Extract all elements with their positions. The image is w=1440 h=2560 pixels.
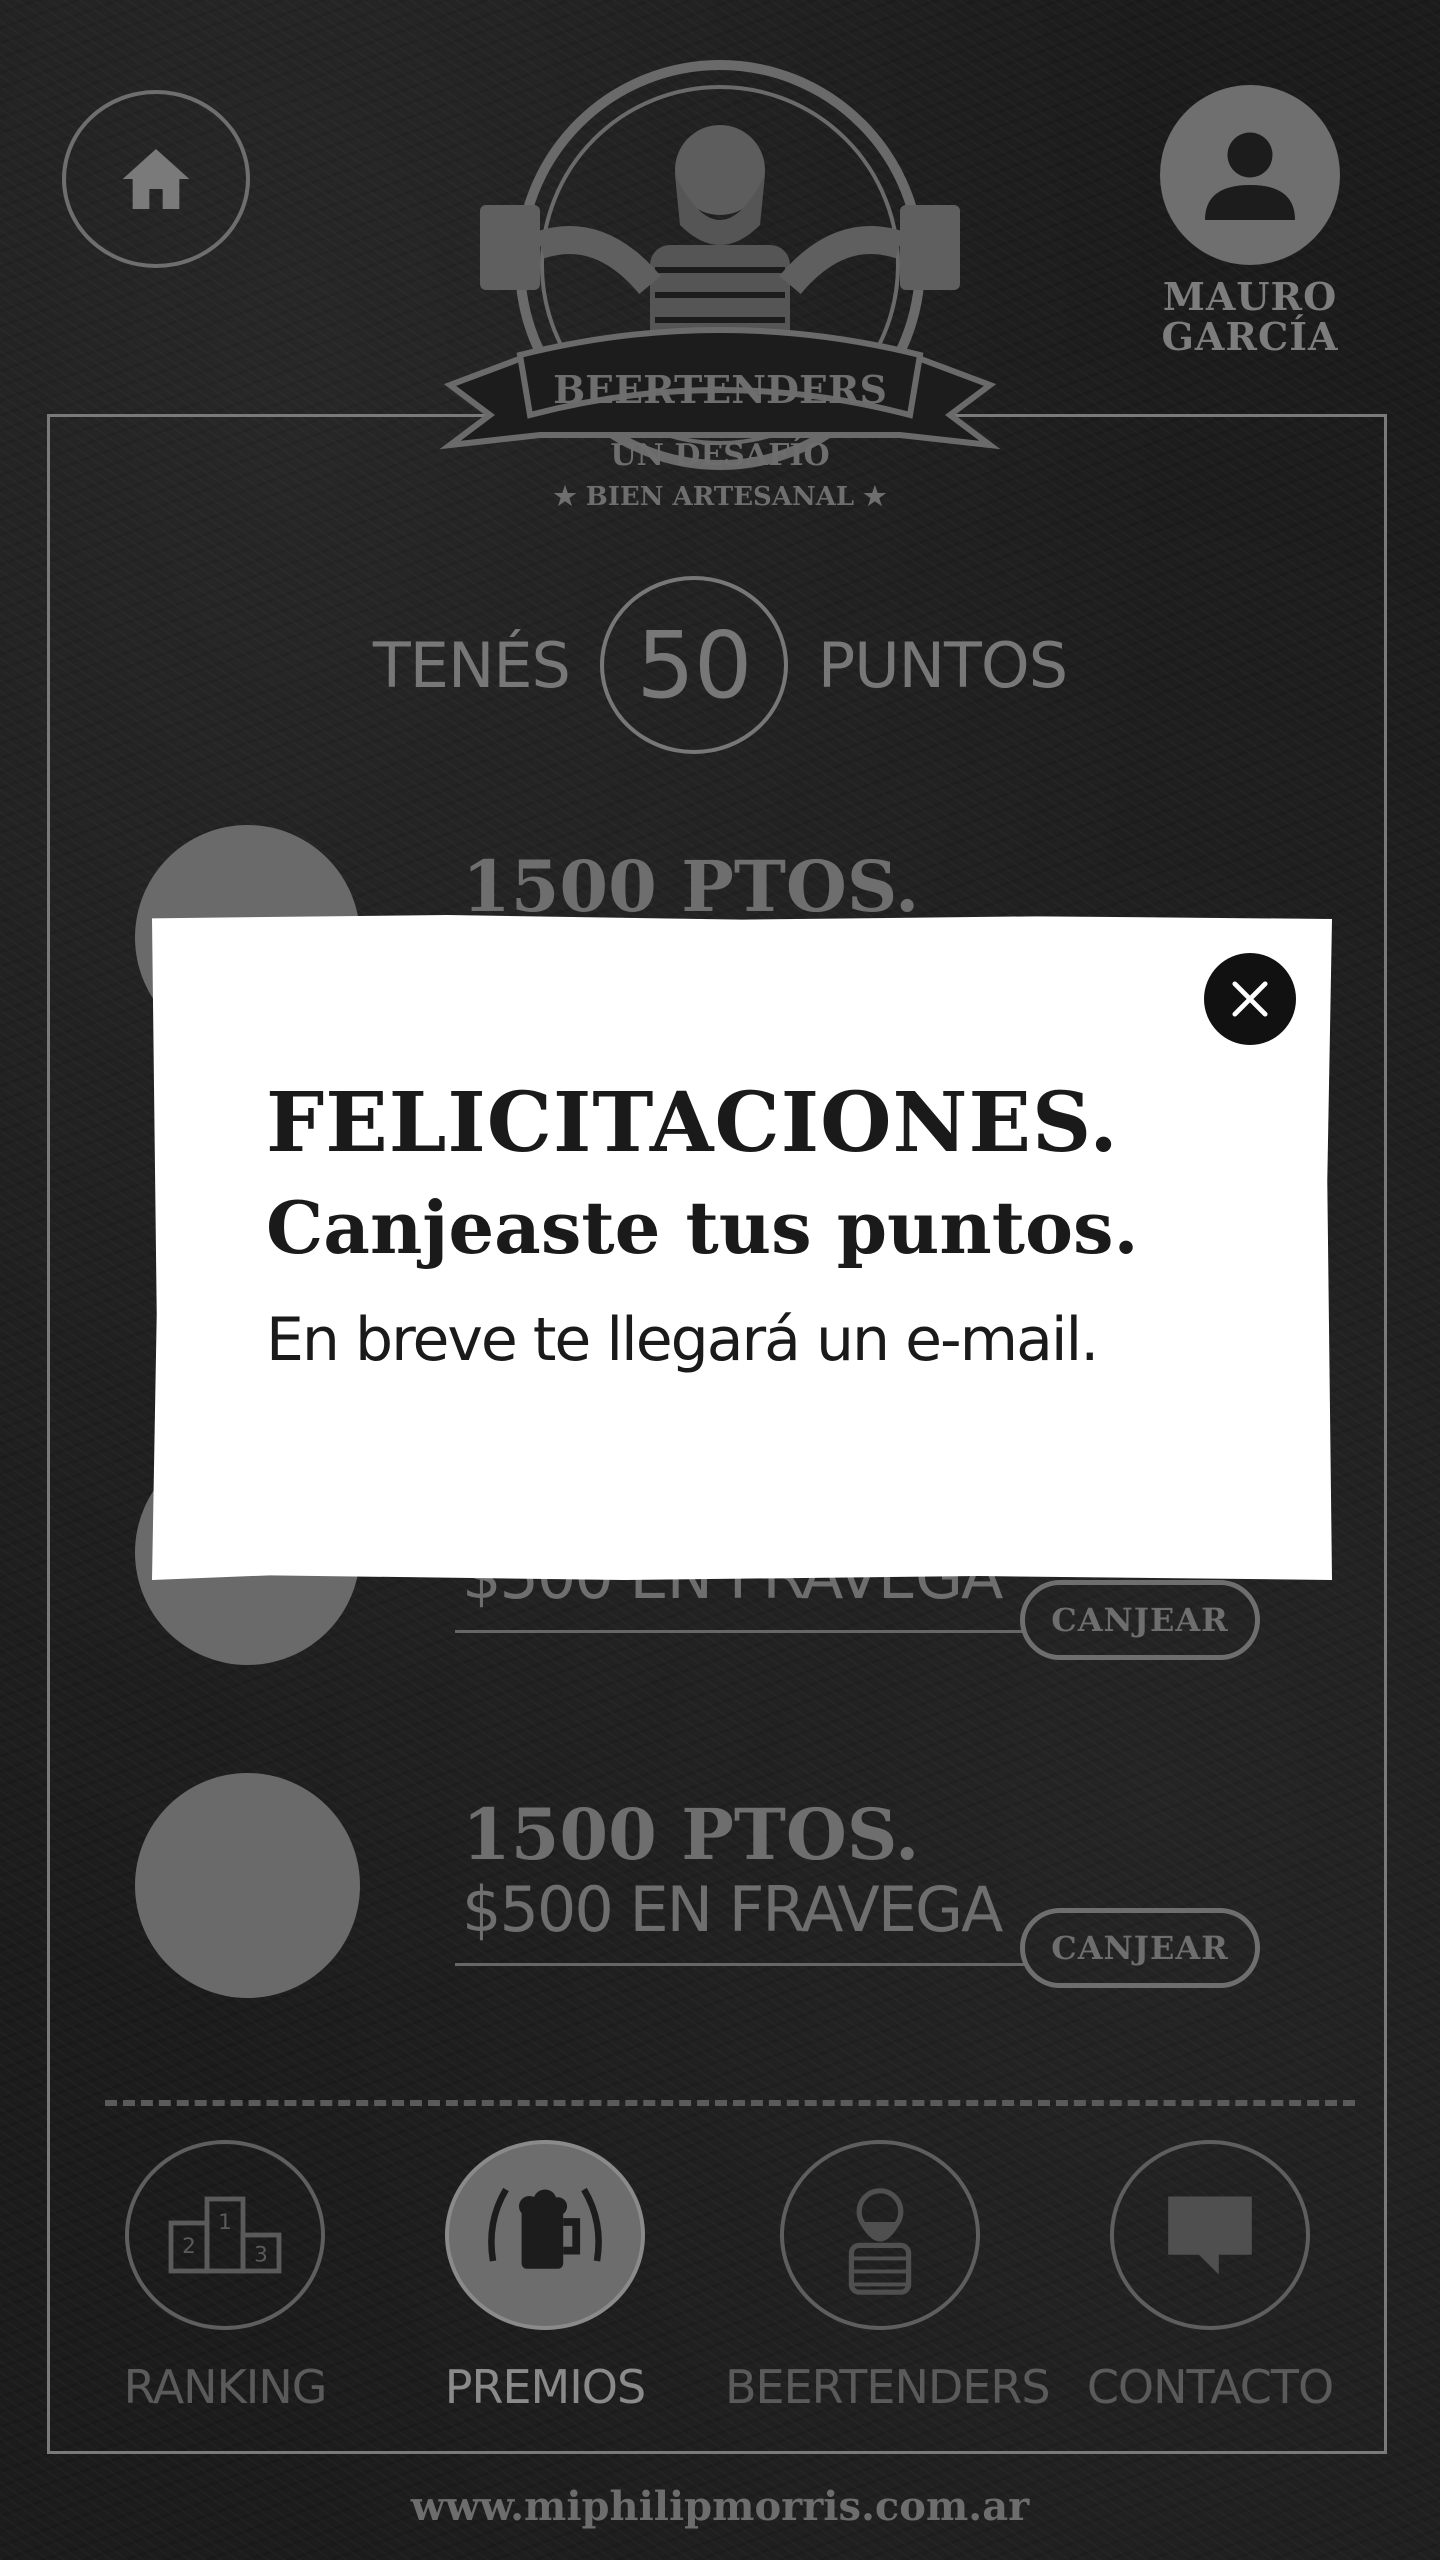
prize-description: $500 EN FRAVEGA (462, 1873, 1003, 1946)
user-profile[interactable]: MAURO GARCÍA (1150, 85, 1350, 357)
podium-icon: 1 2 3 (125, 2140, 325, 2330)
footer-url[interactable]: www.miphilipmorris.com.ar (0, 2483, 1440, 2530)
success-modal: FELICITACIONES. Canjeaste tus puntos. En… (152, 915, 1332, 1580)
user-name: MAURO GARCÍA (1150, 277, 1350, 357)
user-avatar-icon (1160, 85, 1340, 265)
modal-subtitle: Canjeaste tus puntos. (266, 1185, 1139, 1270)
points-summary: TENÉS 50 PUNTOS (0, 575, 1440, 755)
svg-text:3: 3 (254, 2242, 268, 2267)
beertenders-logo: BEERTENDERS UN DESAFÍO ★ BIEN ARTESANAL … (430, 55, 1010, 555)
beer-mug-icon (445, 2140, 645, 2330)
close-button[interactable] (1204, 953, 1296, 1045)
nav-contacto[interactable]: CONTACTO (1087, 2140, 1334, 2414)
user-first-name: MAURO (1162, 274, 1338, 319)
nav-label: PREMIOS (444, 2360, 646, 2414)
redeem-button[interactable]: CANJEAR (1020, 1580, 1260, 1660)
nav-premios[interactable]: PREMIOS (430, 2140, 660, 2414)
redeem-button[interactable]: CANJEAR (1020, 1908, 1260, 1988)
modal-title: FELICITACIONES. (266, 1075, 1119, 1171)
modal-message: En breve te llegará un e-mail. (266, 1305, 1099, 1375)
section-divider (105, 2100, 1355, 2106)
points-suffix: PUNTOS (817, 628, 1068, 702)
chat-icon (1110, 2140, 1310, 2330)
points-value: 50 (636, 611, 752, 719)
logo-tagline-1: UN DESAFÍO (610, 437, 829, 473)
home-button[interactable] (62, 90, 250, 268)
logo-tagline-2: ★ BIEN ARTESANAL ★ (553, 482, 887, 512)
bartender-icon (780, 2140, 980, 2330)
prize-points: 1500 PTOS. (462, 845, 920, 928)
nav-beertenders[interactable]: BEERTENDERS (725, 2140, 1051, 2414)
prize-divider (455, 1630, 1025, 1633)
nav-ranking[interactable]: 1 2 3 RANKING (110, 2140, 340, 2414)
prize-divider (455, 1963, 1025, 1966)
svg-text:1: 1 (218, 2210, 232, 2235)
svg-text:2: 2 (182, 2234, 196, 2259)
nav-label: RANKING (123, 2360, 328, 2414)
nav-label: CONTACTO (1086, 2360, 1334, 2414)
points-circle: 50 (599, 576, 788, 754)
home-icon (122, 149, 190, 209)
logo-brand: BEERTENDERS (553, 367, 887, 412)
prize-item: 1500 PTOS. $500 EN FRAVEGA CANJEAR (130, 1773, 1280, 2003)
close-icon (1232, 981, 1268, 1017)
prize-points: 1500 PTOS. (462, 1793, 920, 1876)
points-prefix: TENÉS (372, 628, 571, 702)
nav-label: BEERTENDERS (725, 2360, 1051, 2414)
user-last-name: GARCÍA (1161, 314, 1339, 359)
prize-image (135, 1773, 360, 1998)
